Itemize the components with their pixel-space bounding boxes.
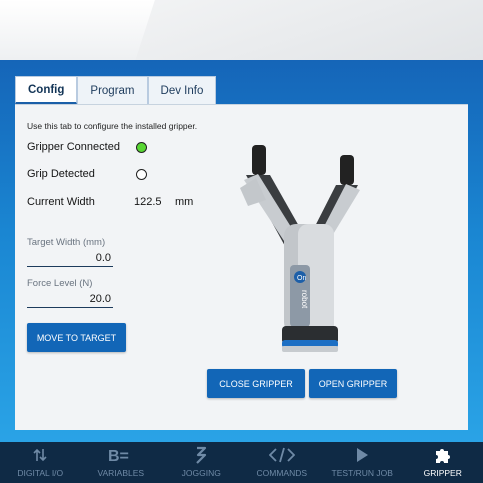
gripper-connected-label: Gripper Connected <box>27 141 120 153</box>
nav-gripper[interactable]: GRIPPER <box>403 442 483 483</box>
current-width-value: 122.5 <box>134 196 162 208</box>
nav-digital-io[interactable]: DIGITAL I/O <box>0 442 81 483</box>
nav-commands[interactable]: COMMANDS <box>242 442 323 483</box>
commands-icon <box>268 445 295 465</box>
tab-bar: Config Program Dev Info <box>15 76 217 104</box>
open-gripper-button[interactable]: OPEN GRIPPER <box>309 369 397 398</box>
nav-jogging[interactable]: JOGGING <box>161 442 242 483</box>
svg-text:B=: B= <box>108 448 129 463</box>
close-gripper-button[interactable]: CLOSE GRIPPER <box>207 369 305 398</box>
tab-dev-info[interactable]: Dev Info <box>147 76 217 104</box>
jogging-icon <box>194 445 208 465</box>
grip-detected-label: Grip Detected <box>27 168 95 180</box>
nav-digital-io-label: DIGITAL I/O <box>17 468 64 478</box>
current-width-unit: mm <box>175 196 194 208</box>
tab-program[interactable]: Program <box>77 76 148 104</box>
target-width-input[interactable] <box>27 250 113 267</box>
force-level-input[interactable] <box>27 291 113 308</box>
nav-test-run-job[interactable]: TEST/RUN JOB <box>322 442 403 483</box>
grip-detected-indicator <box>136 169 147 180</box>
config-hint: Use this tab to configure the installed … <box>27 121 198 131</box>
header-background <box>0 0 483 60</box>
nav-jogging-label: JOGGING <box>181 468 221 478</box>
move-to-target-button[interactable]: MOVE TO TARGET <box>27 323 126 352</box>
gripper-connected-indicator <box>136 142 147 153</box>
nav-gripper-label: GRIPPER <box>423 468 462 478</box>
digital-io-icon <box>33 445 47 465</box>
right-fingertip <box>340 155 354 185</box>
target-width-label: Target Width (mm) <box>27 237 106 248</box>
left-fingertip <box>252 145 266 175</box>
current-width-label: Current Width <box>27 196 95 208</box>
nav-variables-label: VARIABLES <box>97 468 145 478</box>
force-level-label: Force Level (N) <box>27 278 93 289</box>
svg-text:robot: robot <box>300 290 309 309</box>
test-run-icon <box>355 445 369 465</box>
variables-icon: B= <box>108 445 134 465</box>
gripper-illustration: On robot <box>240 145 360 352</box>
nav-test-run-job-label: TEST/RUN JOB <box>331 468 393 478</box>
nav-variables[interactable]: B= VARIABLES <box>81 442 162 483</box>
gripper-puzzle-icon <box>434 445 452 465</box>
svg-text:On: On <box>297 275 306 282</box>
tab-config[interactable]: Config <box>15 76 78 104</box>
nav-commands-label: COMMANDS <box>256 468 308 478</box>
bottom-navigation: DIGITAL I/O B= VARIABLES JOGGING COMMAND… <box>0 442 483 483</box>
